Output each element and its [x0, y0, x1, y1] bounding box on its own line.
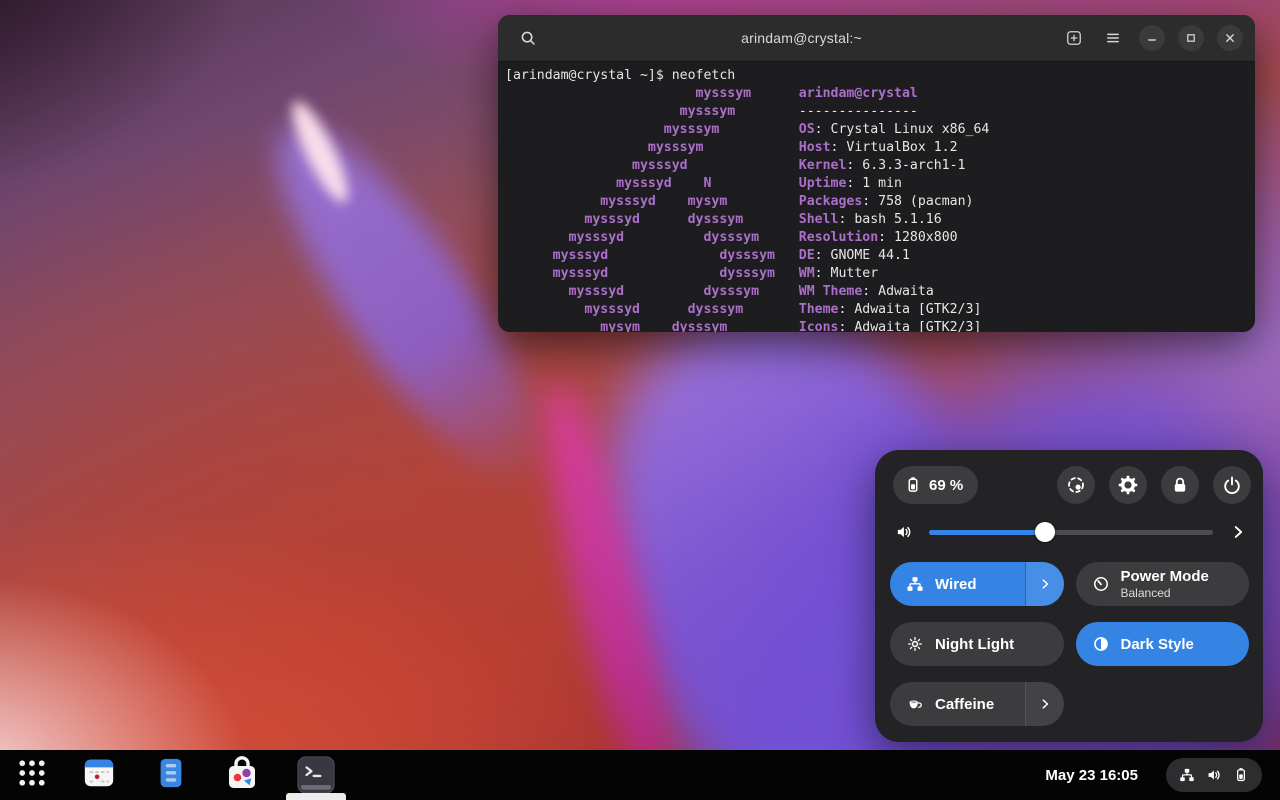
terminal-title: arindam@crystal:~ [542, 30, 1061, 46]
calendar-icon [82, 756, 116, 795]
terminal-search-button[interactable] [514, 24, 542, 52]
lock-icon [1170, 475, 1190, 495]
toggle-subtitle: Balanced [1121, 586, 1209, 600]
toggle-caffeine[interactable]: Caffeine [890, 682, 1064, 726]
toggle-label: Wired [935, 576, 977, 593]
toggle-label: Night Light [935, 636, 1014, 653]
toggle-power-mode[interactable]: Power ModeBalanced [1076, 562, 1250, 606]
caffeine-icon [906, 695, 924, 713]
tasks-icon [154, 756, 188, 795]
screenshot-button[interactable] [1057, 466, 1095, 504]
clock[interactable]: May 23 16:05 [1045, 767, 1138, 784]
chevron-right-icon [1038, 697, 1052, 711]
settings-button[interactable] [1109, 466, 1147, 504]
maximize-button[interactable] [1178, 25, 1204, 51]
dock-software-button[interactable] [223, 756, 261, 794]
minimize-button[interactable] [1139, 25, 1165, 51]
screenshot-icon [1066, 475, 1086, 495]
dock-tasks-button[interactable] [152, 756, 190, 794]
system-tray[interactable] [1166, 758, 1262, 792]
power-icon [1222, 475, 1242, 495]
new-tab-icon [1066, 30, 1082, 46]
minimize-icon [1144, 30, 1160, 46]
toggle-wired[interactable]: Wired [890, 562, 1064, 606]
running-app-indicator [286, 793, 346, 800]
battery-icon [1233, 767, 1249, 783]
toggle-label: Dark Style [1121, 636, 1194, 653]
taskbar: May 23 16:05 [0, 750, 1280, 800]
volume-slider[interactable] [929, 522, 1213, 542]
dock-app-grid-button[interactable] [13, 756, 51, 794]
power-button[interactable] [1213, 466, 1251, 504]
close-icon [1222, 30, 1238, 46]
search-icon [519, 29, 537, 47]
dock-console-button[interactable] [297, 756, 335, 794]
toggle-caffeine-expand-button[interactable] [1025, 682, 1064, 726]
lock-button[interactable] [1161, 466, 1199, 504]
toggle-label: Caffeine [935, 696, 994, 713]
settings-icon [1118, 475, 1138, 495]
toggle-label: Power Mode [1121, 568, 1209, 586]
software-icon [224, 756, 260, 797]
quick-settings-top-row: 69 % [875, 450, 1263, 504]
dock-calendar-button[interactable] [80, 756, 118, 794]
terminal-window: arindam@crystal:~ [arindam@crystal ~]$ n… [498, 15, 1255, 332]
toggle-night-light[interactable]: Night Light [890, 622, 1064, 666]
desktop: arindam@crystal:~ [arindam@crystal ~]$ n… [0, 0, 1280, 800]
app-grid-icon [17, 758, 47, 793]
volume-slider-knob[interactable] [1035, 522, 1055, 542]
battery-indicator[interactable]: 69 % [893, 466, 978, 504]
volume-expand-button[interactable] [1229, 523, 1247, 541]
terminal-content[interactable]: [arindam@crystal ~]$ neofetch mysssym ar… [498, 62, 1255, 332]
volume-row [875, 504, 1263, 544]
dark-style-icon [1092, 635, 1110, 653]
maximize-icon [1183, 30, 1199, 46]
toggle-dark-style[interactable]: Dark Style [1076, 622, 1250, 666]
terminal-titlebar[interactable]: arindam@crystal:~ [498, 15, 1255, 62]
volume-icon [895, 523, 913, 541]
volume-slider-fill [929, 530, 1045, 535]
volume-icon [1206, 767, 1222, 783]
quick-settings-panel: 69 % Wired Power ModeBalanced Night Light D… [875, 450, 1263, 742]
power-mode-icon [1092, 575, 1110, 593]
new-tab-button[interactable] [1061, 25, 1087, 51]
battery-percent-label: 69 % [929, 477, 963, 494]
chevron-right-icon [1038, 577, 1052, 591]
wired-icon [906, 575, 924, 593]
night-light-icon [906, 635, 924, 653]
menu-icon [1105, 30, 1121, 46]
toggle-wired-expand-button[interactable] [1025, 562, 1064, 606]
battery-icon [904, 476, 922, 494]
taskbar-right: May 23 16:05 [1045, 750, 1262, 800]
menu-button[interactable] [1100, 25, 1126, 51]
close-button[interactable] [1217, 25, 1243, 51]
network-wired-icon [1179, 767, 1195, 783]
